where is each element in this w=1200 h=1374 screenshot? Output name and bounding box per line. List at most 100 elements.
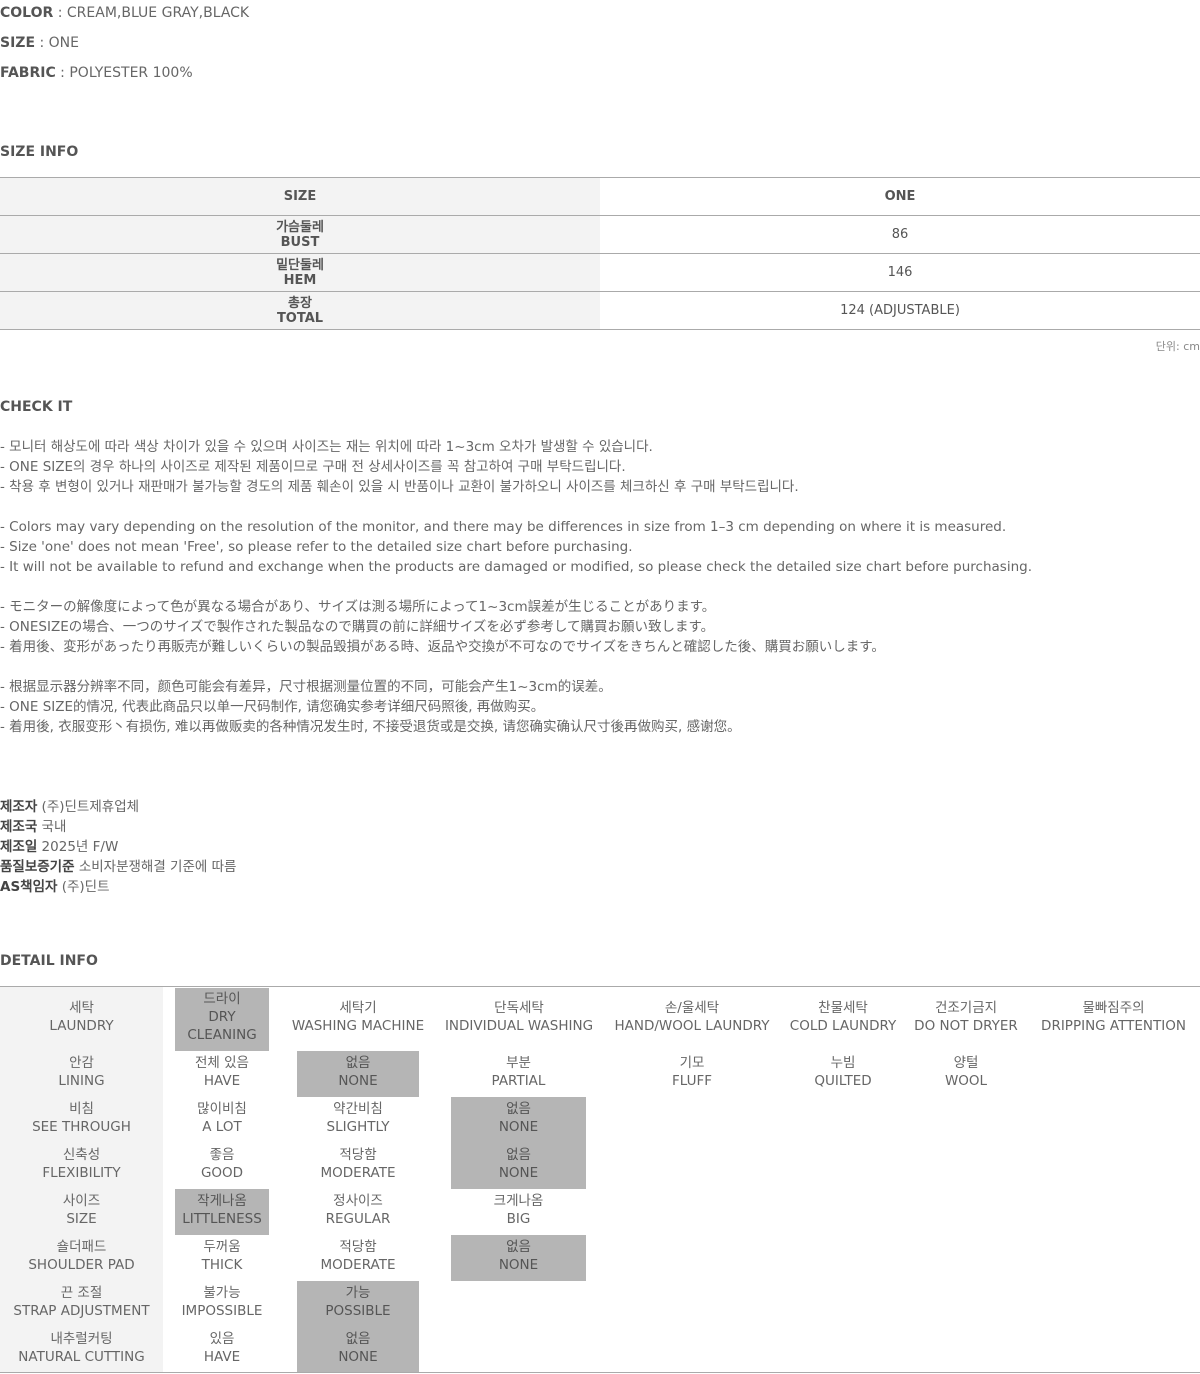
option-ko: 전체 있음 [195,1055,249,1071]
option-ko: 세탁기 [339,1000,377,1016]
maker-key: 제조일 [0,839,38,855]
maker-info: 제조자 (주)딘트제휴업체 제조국 국내 제조일 2025년 F/W 품질보증기… [0,797,236,897]
option-fluff: 기모 FLUFF [632,1054,752,1090]
option-en: DO NOT DRYER [914,1018,1018,1034]
option-ko: 크게나옴 [493,1193,544,1209]
table-row: 밑단둘레 HEM 146 [0,253,1200,292]
option-ko: 누빔 [830,1055,856,1071]
spec-fabric-key: FABRIC [0,65,56,81]
option-impossible: 불가능 IMPOSSIBLE [175,1284,269,1320]
option-en: REGULAR [325,1211,391,1227]
option-en: A LOT [202,1119,242,1135]
option-en: FLUFF [671,1073,713,1089]
label-en: STRAP ADJUSTMENT [13,1303,150,1319]
detail-label-flexibility: 신축성 FLEXIBILITY [0,1146,163,1182]
option-en: NONE [338,1073,378,1089]
measure-label: 가슴둘레 BUST [0,215,600,254]
option-ko: 없음 [506,1239,531,1255]
option-ko: 있음 [209,1331,235,1347]
option-ko: 불가능 [203,1285,241,1301]
measure-value: 86 [600,215,1200,254]
option-slightly: 약간비침 SLIGHTLY [297,1100,419,1136]
option-ko: 없음 [345,1331,371,1347]
detail-label-strap-adjustment: 끈 조절 STRAP ADJUSTMENT [0,1284,163,1320]
option-en: SLIGHTLY [326,1119,390,1135]
option-have: 있음 HAVE [175,1330,269,1366]
detail-bottom-rule [0,1372,1200,1373]
option-ko: 찬물세탁 [818,1000,868,1016]
option-en: NONE [338,1349,378,1365]
option-moderate: 적당함 MODERATE [297,1146,419,1182]
option-en: GOOD [200,1165,244,1181]
table-row: 총장 TOTAL 124 (ADJUSTABLE) [0,291,1200,330]
label-en: LAUNDRY [49,1018,114,1034]
option-dry-cleaning: 드라이 DRY CLEANING [175,988,269,1051]
option-none: 없음 NONE [297,1330,419,1366]
label-ko: 신축성 [62,1147,101,1163]
option-moderate: 적당함 MODERATE [297,1238,419,1274]
label-en: LINING [58,1073,105,1089]
option-en: IMPOSSIBLE [181,1303,263,1319]
measure-label-en: BUST [280,234,320,250]
note-line: - ONESIZEの場合、一つのサイズで製作された製品なので購買の前に詳細サイズ… [0,619,715,635]
option-ko: 단독세탁 [494,1000,544,1016]
spec-fabric: FABRIC : POLYESTER 100% [0,65,193,81]
measure-label-ko: 밑단둘레 [276,257,324,273]
option-ko: 적당함 [339,1239,377,1255]
maker-line: 제조자 (주)딘트제휴업체 [0,797,236,817]
option-ko: 손/울세탁 [664,1000,720,1016]
option-en: HAVE [203,1349,241,1365]
note-line: - 着用後, 衣服变形丶有损伤, 难以再做贩卖的各种情况发生时, 不接受退货或是… [0,719,741,735]
maker-value: 국내 [37,819,67,835]
note-line: - ONE SIZE의 경우 하나의 사이즈로 제작된 제품이므로 구매 전 상… [0,459,626,475]
label-ko: 사이즈 [62,1193,101,1209]
maker-value: (주)딘트제휴업체 [37,799,140,815]
maker-key: 제조국 [0,819,38,835]
label-en: SEE THROUGH [32,1119,131,1135]
size-header-value: ONE [600,177,1200,216]
spec-color: COLOR : CREAM,BLUE GRAY,BLACK [0,5,249,21]
option-ko: 적당함 [339,1147,377,1163]
label-en: NATURAL CUTTING [18,1349,145,1365]
option-none: 없음 NONE [451,1146,586,1182]
option-quilted: 누빔 QUILTED [783,1054,903,1090]
spec-size: SIZE : ONE [0,35,79,51]
option-wool: 양털 WOOL [906,1054,1026,1090]
option-en: PARTIAL [491,1073,546,1089]
maker-line: 제조국 국내 [0,817,236,837]
size-unit: 단위: cm [1155,340,1200,353]
option-en: COLD LAUNDRY [789,1018,897,1034]
option-thick: 두꺼움 THICK [175,1238,269,1274]
label-ko: 비침 [69,1101,94,1117]
detail-label-lining: 안감 LINING [0,1054,163,1090]
option-ko: 물빠짐주의 [1082,1000,1145,1016]
label-ko: 내추럴커팅 [50,1331,113,1347]
option-en-2: CLEANING [187,1027,257,1043]
option-en: INDIVIDUAL WASHING [444,1018,594,1034]
option-en: LITTLENESS [182,1211,262,1227]
label-ko: 세탁 [69,1000,94,1016]
option-ko: 많이비침 [197,1101,247,1117]
option-none: 없음 NONE [297,1051,419,1097]
spec-color-key: COLOR [0,5,54,21]
option-big: 크게나옴 BIG [451,1192,586,1228]
measure-label: 총장 TOTAL [0,291,600,330]
maker-key: 품질보증기준 [0,859,75,875]
option-ko: 없음 [506,1101,531,1117]
spec-size-key: SIZE [0,35,36,51]
note-line: - 착용 후 변형이 있거나 재판매가 불가능할 경도의 제품 훼손이 있을 시… [0,479,799,495]
label-ko: 숄더패드 [56,1239,107,1255]
spec-size-value: : ONE [35,35,79,51]
label-ko: 끈 조절 [60,1285,103,1301]
detail-info-title: DETAIL INFO [0,953,98,969]
detail-label-see-through: 비침 SEE THROUGH [0,1100,163,1136]
option-ko: 좋음 [209,1147,235,1163]
detail-label-size: 사이즈 SIZE [0,1192,163,1228]
size-table: SIZE ONE 가슴둘레 BUST 86 밑단둘레 HEM 146 총장 TOTAL… [0,177,1200,330]
label-ko: 안감 [69,1055,94,1071]
option-ko: 부분 [506,1055,531,1071]
option-en: BIG [506,1211,531,1227]
detail-top-rule [0,986,1200,987]
option-partial: 부분 PARTIAL [451,1054,586,1090]
maker-line: 제조일 2025년 F/W [0,837,236,857]
